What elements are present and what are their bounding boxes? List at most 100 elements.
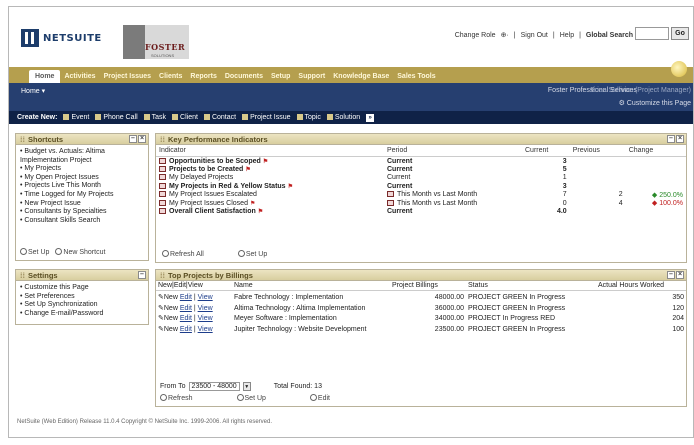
tp-refresh-button[interactable]: Refresh (160, 394, 193, 402)
view-link[interactable]: View (198, 294, 213, 301)
kpi-indicator[interactable]: Projects to be Created (169, 166, 243, 173)
edit-link[interactable]: Edit (180, 315, 192, 322)
tp-col-hours[interactable]: Actual Hours Worked (596, 281, 686, 291)
settings-link[interactable]: Customize this Page (24, 284, 88, 291)
settings-item[interactable]: • Set Preferences (20, 293, 144, 302)
shortcut-link[interactable]: Consultants by Specialties (24, 208, 106, 215)
shortcut-link[interactable]: New Project Issue (24, 200, 80, 207)
more-arrow-icon[interactable]: » (366, 113, 375, 122)
role-dropdown-icon[interactable]: ⊕· (501, 31, 509, 39)
create-client[interactable]: Client (172, 114, 198, 121)
tp-col-name[interactable]: Name (232, 281, 390, 291)
range-select[interactable]: 23500 - 48000 (188, 382, 240, 391)
view-link[interactable]: View (198, 315, 213, 322)
settings-header[interactable]: ⁞⁞ Settings – (16, 270, 148, 281)
new-link[interactable]: ✎New (158, 326, 178, 333)
project-name[interactable]: Meyer Software : Implementation (232, 312, 390, 323)
sign-out-link[interactable]: Sign Out (521, 32, 548, 39)
create-project-issue[interactable]: Project Issue (242, 114, 291, 121)
edit-link[interactable]: Edit (180, 326, 192, 333)
kpi-indicator-cell[interactable]: Overall Client Satisfaction ⚑ (156, 208, 384, 217)
close-icon[interactable]: × (138, 135, 146, 143)
chevron-down-icon[interactable]: ▼ (242, 382, 251, 391)
shortcut-item[interactable]: • My Projects (20, 165, 144, 174)
shortcut-item[interactable]: • Projects Live This Month (20, 182, 144, 191)
close-icon[interactable]: × (676, 135, 684, 143)
navigation-icon[interactable]: ◔ (31, 69, 36, 78)
tp-col-billings[interactable]: Project Billings (390, 281, 466, 291)
shortcut-link[interactable]: Consultant Skills Search (24, 217, 100, 224)
shortcuts-setup-button[interactable]: Set Up (20, 248, 49, 256)
shortcut-link[interactable]: Projects Live This Month (24, 182, 101, 189)
kpi-indicator[interactable]: My Project Issues Closed (169, 200, 248, 207)
tab-clients[interactable]: Clients (155, 73, 186, 83)
kpi-row[interactable]: My Project Issues Closed ⚑ This Month vs L… (156, 199, 686, 208)
kpi-header[interactable]: ⁞⁞ Key Performance Indicators – × (156, 134, 686, 145)
edit-link[interactable]: Edit (180, 305, 192, 312)
kpi-indicator-cell[interactable]: My Project Issues Closed ⚑ (156, 199, 384, 208)
tab-support[interactable]: Support (294, 73, 329, 83)
create-topic[interactable]: Topic (296, 114, 321, 121)
create-phone-call[interactable]: Phone Call (95, 114, 138, 121)
kpi-indicator[interactable]: My Project Issues Escalated (169, 191, 257, 198)
drag-handle-icon[interactable]: ⁞⁞ (160, 271, 165, 280)
kpi-row[interactable]: Opportunities to be Scoped ⚑ Current 3 (156, 157, 686, 166)
kpi-row[interactable]: My Projects in Red & Yellow Status ⚑ Curre… (156, 182, 686, 191)
kpi-refresh-button[interactable]: Refresh All (162, 250, 204, 258)
change-role-link[interactable]: Change Role (455, 32, 496, 39)
kpi-indicator-cell[interactable]: Opportunities to be Scoped ⚑ (156, 157, 384, 166)
new-link[interactable]: ✎New (158, 315, 178, 322)
global-search-input[interactable] (635, 27, 669, 40)
create-event[interactable]: Event (63, 114, 89, 121)
shortcut-item[interactable]: • Budget vs. Actuals: Altima Implementat… (20, 148, 144, 165)
shortcut-item[interactable]: • New Project Issue (20, 200, 144, 209)
settings-item[interactable]: • Change E-mail/Password (20, 310, 144, 319)
kpi-row[interactable]: Overall Client Satisfaction ⚑ Current 4.0 (156, 208, 686, 217)
shortcut-item[interactable]: • My Open Project Issues (20, 174, 144, 183)
minimize-icon[interactable]: – (129, 135, 137, 143)
view-link[interactable]: View (198, 326, 213, 333)
create-solution[interactable]: Solution (326, 114, 360, 121)
home-menu[interactable]: Home ▾ (21, 87, 45, 95)
new-link[interactable]: ✎New (158, 294, 178, 301)
create-task[interactable]: Task (143, 114, 166, 121)
shortcut-item[interactable]: • Consultant Skills Search (20, 217, 144, 226)
tp-col-status[interactable]: Status (466, 281, 596, 291)
new-shortcut-button[interactable]: New Shortcut (55, 248, 105, 256)
drag-handle-icon[interactable]: ⁞⁞ (20, 271, 25, 280)
netsuite-logo[interactable]: NETSUITE (21, 29, 102, 47)
kpi-indicator[interactable]: My Delayed Projects (169, 174, 233, 181)
kpi-row[interactable]: My Project Issues Escalated This Month vs… (156, 191, 686, 200)
view-link[interactable]: View (198, 305, 213, 312)
help-link[interactable]: Help (560, 32, 574, 39)
close-icon[interactable]: × (676, 271, 684, 279)
shortcut-link[interactable]: Time Logged for My Projects (24, 191, 113, 198)
tab-sales-tools[interactable]: Sales Tools (393, 73, 439, 83)
shortcut-item[interactable]: • Time Logged for My Projects (20, 191, 144, 200)
table-row[interactable]: ✎New Edit | View Fabre Technology : Imple… (156, 291, 686, 302)
table-row[interactable]: ✎New Edit | View Meyer Software : Impleme… (156, 312, 686, 323)
table-row[interactable]: ✎New Edit | View Altima Technology : Alti… (156, 302, 686, 313)
settings-item[interactable]: • Set Up Synchronization (20, 301, 144, 310)
settings-link[interactable]: Set Up Synchronization (24, 301, 97, 308)
settings-item[interactable]: • Customize this Page (20, 284, 144, 293)
tp-edit-button[interactable]: Edit (309, 394, 330, 402)
kpi-indicator[interactable]: Opportunities to be Scoped (169, 158, 261, 165)
customize-page-link[interactable]: ⚙ Customize this Page (619, 99, 691, 107)
search-go-button[interactable]: Go (671, 27, 689, 40)
settings-link[interactable]: Change E-mail/Password (24, 310, 103, 317)
minimize-icon[interactable]: – (667, 271, 675, 279)
shortcut-link[interactable]: Budget vs. Actuals: Altima Implementatio… (20, 148, 105, 164)
drag-handle-icon[interactable]: ⁞⁞ (160, 135, 165, 144)
drag-handle-icon[interactable]: ⁞⁞ (20, 135, 25, 144)
project-name[interactable]: Fabre Technology : Implementation (232, 291, 390, 302)
kpi-indicator-cell[interactable]: My Projects in Red & Yellow Status ⚑ (156, 182, 384, 191)
table-row[interactable]: ✎New Edit | View Jupiter Technology : Web… (156, 323, 686, 334)
minimize-icon[interactable]: – (138, 271, 146, 279)
kpi-indicator-cell[interactable]: Projects to be Created ⚑ (156, 165, 384, 174)
create-contact[interactable]: Contact (203, 114, 236, 121)
tab-activities[interactable]: Activities (60, 73, 99, 83)
tab-setup[interactable]: Setup (267, 73, 294, 83)
shortcuts-header[interactable]: ⁞⁞ Shortcuts – × (16, 134, 148, 145)
kpi-indicator-cell[interactable]: My Delayed Projects (156, 174, 384, 183)
